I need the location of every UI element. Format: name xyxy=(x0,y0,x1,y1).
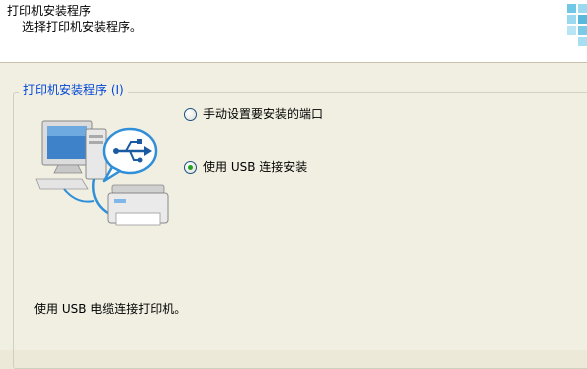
wizard-body: 打印机安装程序 (I) 手动设置要安装的端口 使用 USB 连接安装 使用 US… xyxy=(0,63,587,369)
wizard-header: 打印机安装程序 选择打印机安装程序。 xyxy=(0,0,587,63)
radio-label-manual-port: 手动设置要安装的端口 xyxy=(203,107,324,121)
groupbox-legend: 打印机安装程序 (I) xyxy=(19,82,128,98)
radio-usb-install[interactable]: 使用 USB 连接安装 xyxy=(184,159,307,175)
windows-flag-icon xyxy=(567,4,587,46)
option-description: 使用 USB 电缆连接打印机。 xyxy=(34,302,187,316)
radio-button-usb-install[interactable] xyxy=(184,160,197,174)
radio-manual-port[interactable]: 手动设置要安装的端口 xyxy=(184,106,323,122)
radio-button-manual-port[interactable] xyxy=(184,107,197,121)
header-title: 打印机安装程序 xyxy=(7,4,92,18)
computer-printer-usb-icon xyxy=(35,120,169,226)
radio-label-usb-install: 使用 USB 连接安装 xyxy=(203,160,308,174)
header-subtitle: 选择打印机安装程序。 xyxy=(22,20,143,34)
